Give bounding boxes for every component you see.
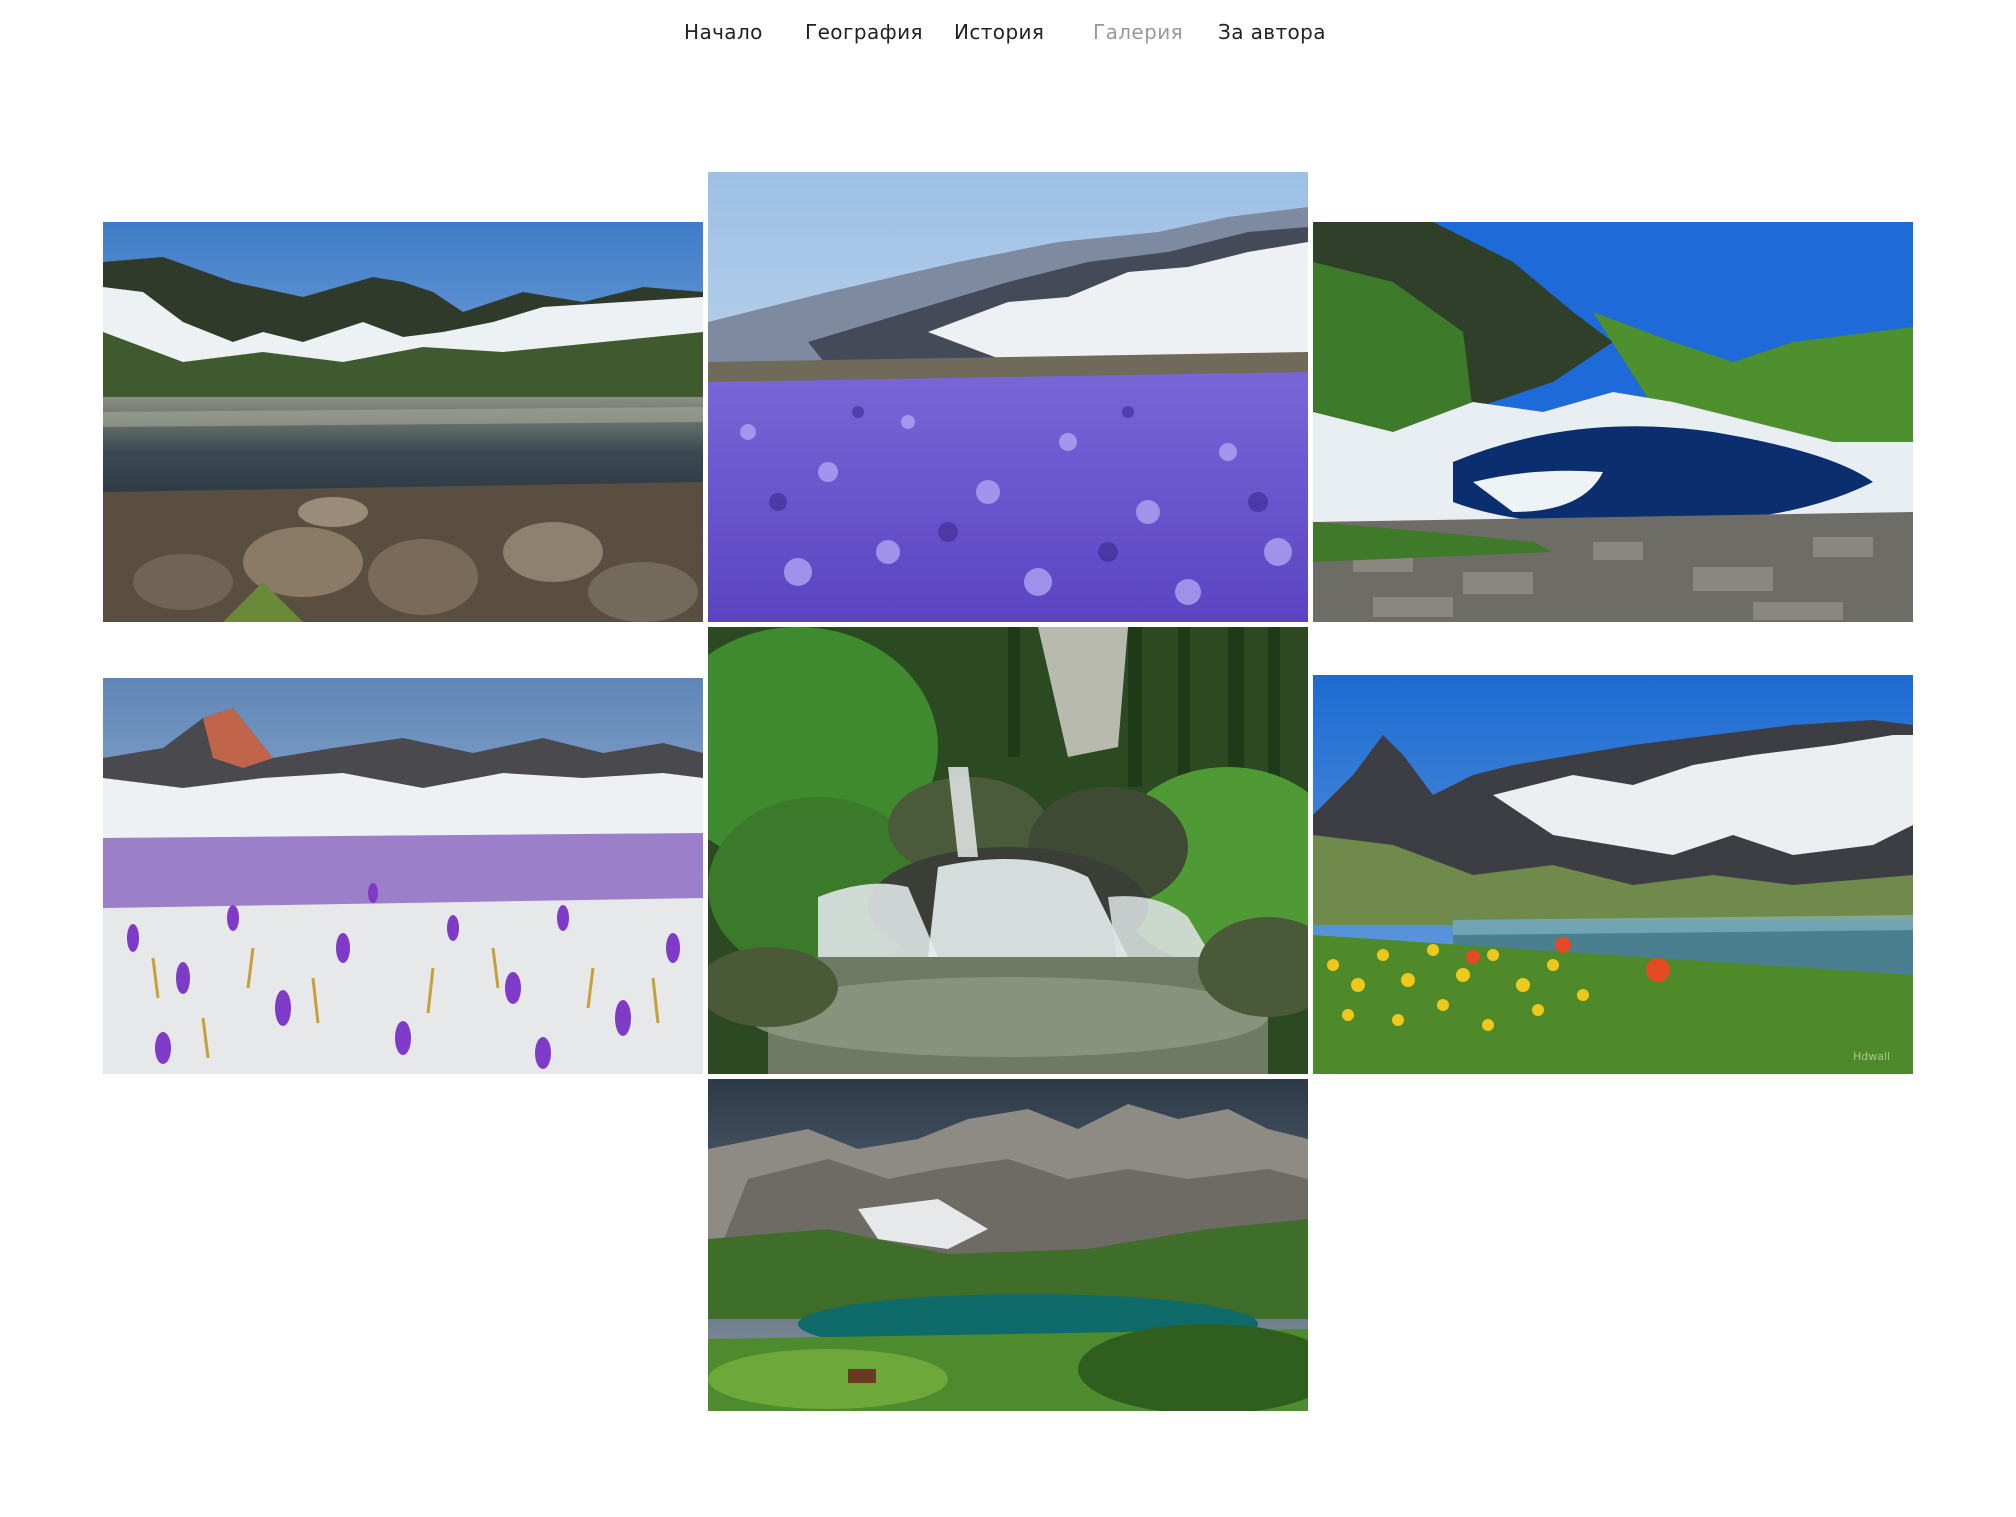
nav-link-about-author[interactable]: За автора xyxy=(1218,20,1326,44)
lake-with-wildflowers-image: Hdwall xyxy=(1313,675,1913,1074)
snow-crocus-field-image xyxy=(103,678,703,1074)
main-navigation: Начало География История Галерия За авто… xyxy=(0,0,2016,70)
crocus-meadow-photo[interactable] xyxy=(708,172,1308,622)
glacial-lake-photo[interactable] xyxy=(1313,222,1913,622)
lake-with-rocks-image xyxy=(103,222,703,622)
green-lake-cliffs-image xyxy=(708,1079,1308,1411)
snow-crocus-field-photo[interactable] xyxy=(103,678,703,1074)
lake-with-wildflowers-photo[interactable]: Hdwall xyxy=(1313,675,1913,1074)
nav-link-history[interactable]: История xyxy=(954,20,1044,44)
photo-watermark: Hdwall xyxy=(1853,1050,1890,1063)
glacial-lake-image xyxy=(1313,222,1913,622)
forest-waterfall-photo[interactable] xyxy=(708,627,1308,1074)
lake-with-rocks-photo[interactable] xyxy=(103,222,703,622)
nav-link-home[interactable]: Начало xyxy=(684,20,763,44)
gallery-page: Начало География История Галерия За авто… xyxy=(0,0,2016,1517)
nav-link-geography[interactable]: География xyxy=(805,20,923,44)
crocus-meadow-image xyxy=(708,172,1308,622)
forest-waterfall-image xyxy=(708,627,1308,1074)
green-lake-cliffs-photo[interactable] xyxy=(708,1079,1308,1411)
nav-link-gallery[interactable]: Галерия xyxy=(1093,20,1183,44)
